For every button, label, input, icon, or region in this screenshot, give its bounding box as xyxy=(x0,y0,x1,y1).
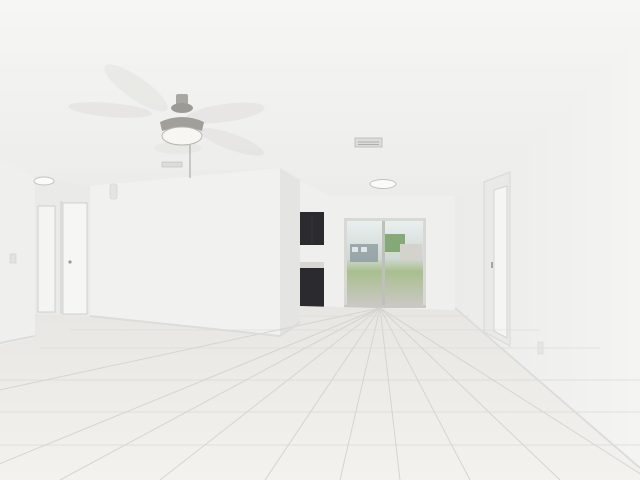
partition-wall xyxy=(90,168,280,336)
ceiling-light xyxy=(369,179,397,189)
kitchen-countertop xyxy=(300,262,324,268)
door-frame xyxy=(60,201,63,314)
closet-door-right[interactable] xyxy=(62,202,88,315)
small-ceiling-vent xyxy=(161,161,183,168)
closet-door-left[interactable] xyxy=(37,205,56,313)
sliding-glass-door[interactable] xyxy=(344,218,426,308)
hallway-door[interactable] xyxy=(493,185,508,339)
room-scene xyxy=(0,0,640,480)
door-hinge xyxy=(491,262,493,268)
partition-wall-side xyxy=(280,168,300,336)
door-knob-icon xyxy=(68,260,72,264)
air-vent xyxy=(354,137,383,148)
smoke-detector xyxy=(109,183,118,200)
empty-living-room-photo xyxy=(0,0,640,480)
ceiling-light-small xyxy=(33,176,55,186)
light-switch xyxy=(9,253,17,264)
kitchen-lower-cabinet xyxy=(300,268,324,307)
left-wall xyxy=(0,160,35,345)
